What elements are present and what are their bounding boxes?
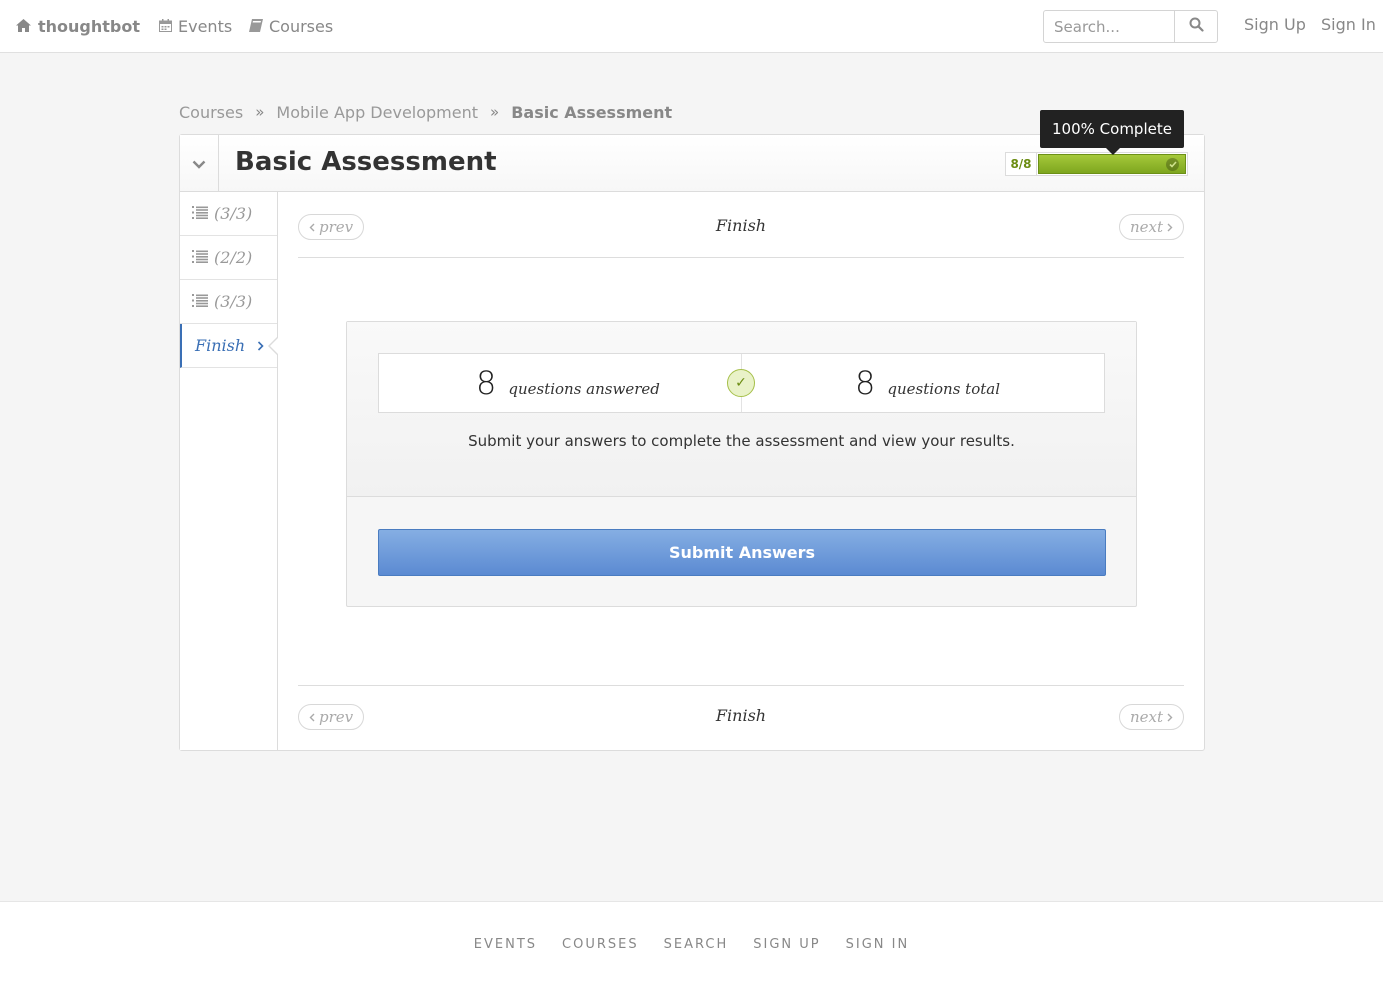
sidebar-item-finish[interactable]: Finish bbox=[180, 324, 278, 368]
chevron-down-icon bbox=[192, 154, 206, 173]
next-button[interactable]: next bbox=[1118, 704, 1184, 730]
pager-top: prev Finish next bbox=[298, 214, 1184, 240]
total-stat: 8 questions total bbox=[855, 364, 1000, 402]
breadcrumb-courses[interactable]: Courses bbox=[179, 103, 243, 122]
breadcrumb-course[interactable]: Mobile App Development bbox=[276, 103, 478, 122]
footer-link-search[interactable]: SEARCH bbox=[664, 937, 729, 952]
search-icon bbox=[1189, 17, 1204, 36]
sidebar-item-section-3[interactable]: (3/3) bbox=[180, 280, 277, 324]
total-label: questions total bbox=[887, 380, 1001, 398]
next-label: next bbox=[1129, 708, 1163, 726]
progress-tooltip: 100% Complete bbox=[1040, 110, 1184, 155]
calendar-icon bbox=[159, 17, 172, 36]
pager-bottom: prev Finish next bbox=[298, 704, 1184, 730]
footer-link-sign-up[interactable]: SIGN UP bbox=[753, 937, 820, 952]
sidebar-item-section-2[interactable]: (2/2) bbox=[180, 236, 277, 280]
top-navbar: thoughtbot Events Courses Sign Up Sign I… bbox=[0, 0, 1383, 53]
nav-events-label: Events bbox=[178, 16, 233, 36]
search-input[interactable] bbox=[1044, 11, 1174, 42]
breadcrumb: Courses » Mobile App Development » Basic… bbox=[179, 101, 672, 123]
brand-name: thoughtbot bbox=[38, 16, 141, 36]
search-button[interactable] bbox=[1174, 11, 1217, 42]
sidebar-item-label: Finish bbox=[195, 336, 246, 355]
breadcrumb-separator-icon: » bbox=[490, 103, 500, 121]
check-icon: ✓ bbox=[727, 369, 755, 397]
list-icon bbox=[192, 292, 208, 311]
sidebar-item-section-1[interactable]: (3/3) bbox=[180, 192, 277, 236]
list-icon bbox=[192, 248, 208, 267]
chevron-right-icon bbox=[1167, 708, 1173, 726]
sign-up-link[interactable]: Sign Up bbox=[1244, 15, 1306, 34]
book-icon bbox=[249, 17, 263, 36]
brand-link[interactable]: thoughtbot bbox=[16, 15, 140, 37]
sidebar-item-label: (3/3) bbox=[214, 204, 253, 223]
check-circle-icon bbox=[1166, 158, 1179, 171]
next-button[interactable]: next bbox=[1118, 214, 1184, 240]
progress-bar bbox=[1036, 152, 1188, 176]
section-sidebar: (3/3) (2/2) (3/3) Finish bbox=[180, 192, 278, 750]
sign-in-link[interactable]: Sign In bbox=[1321, 15, 1376, 34]
collapse-button[interactable] bbox=[180, 135, 219, 192]
chevron-right-icon bbox=[1167, 218, 1173, 236]
footer: EVENTS COURSES SEARCH SIGN UP SIGN IN bbox=[0, 901, 1383, 983]
home-icon bbox=[16, 17, 31, 36]
answered-count: 8 bbox=[476, 364, 497, 402]
breadcrumb-separator-icon: » bbox=[255, 103, 265, 121]
footer-link-sign-in[interactable]: SIGN IN bbox=[846, 937, 910, 952]
sidebar-item-label: (3/3) bbox=[214, 292, 253, 311]
answered-stat: 8 questions answered bbox=[476, 364, 660, 402]
submit-answers-button[interactable]: Submit Answers bbox=[378, 529, 1106, 576]
summary-message: Submit your answers to complete the asse… bbox=[468, 432, 1015, 450]
nav-events[interactable]: Events bbox=[159, 15, 232, 37]
stats-box: 8 questions answered ✓ 8 questions total bbox=[378, 353, 1105, 413]
panel-header: Basic Assessment 8/8 100% Complete bbox=[180, 110, 1204, 192]
breadcrumb-current: Basic Assessment bbox=[511, 102, 673, 122]
divider bbox=[298, 257, 1184, 258]
sidebar-item-label: (2/2) bbox=[214, 248, 253, 267]
progress-count: 8/8 bbox=[1005, 152, 1036, 176]
progress-fill bbox=[1038, 154, 1186, 174]
list-icon bbox=[192, 204, 208, 223]
summary-card: 8 questions answered ✓ 8 questions total… bbox=[346, 321, 1137, 607]
nav-courses[interactable]: Courses bbox=[249, 15, 333, 37]
footer-nav: EVENTS COURSES SEARCH SIGN UP SIGN IN bbox=[0, 937, 1383, 952]
chevron-right-icon bbox=[257, 336, 264, 355]
answered-label: questions answered bbox=[508, 380, 660, 398]
footer-link-events[interactable]: EVENTS bbox=[474, 937, 537, 952]
assessment-panel: Basic Assessment 8/8 100% Complete (3/3)… bbox=[179, 110, 1205, 751]
pager-title: Finish bbox=[715, 706, 767, 725]
nav-courses-label: Courses bbox=[269, 16, 334, 36]
pager-title: Finish bbox=[715, 216, 767, 235]
total-count: 8 bbox=[855, 364, 876, 402]
search-form bbox=[1043, 10, 1218, 43]
divider bbox=[298, 685, 1184, 686]
footer-link-courses[interactable]: COURSES bbox=[562, 937, 639, 952]
summary-stats-section: 8 questions answered ✓ 8 questions total… bbox=[347, 322, 1136, 497]
next-label: next bbox=[1129, 218, 1163, 236]
page-title: Basic Assessment bbox=[235, 147, 497, 177]
